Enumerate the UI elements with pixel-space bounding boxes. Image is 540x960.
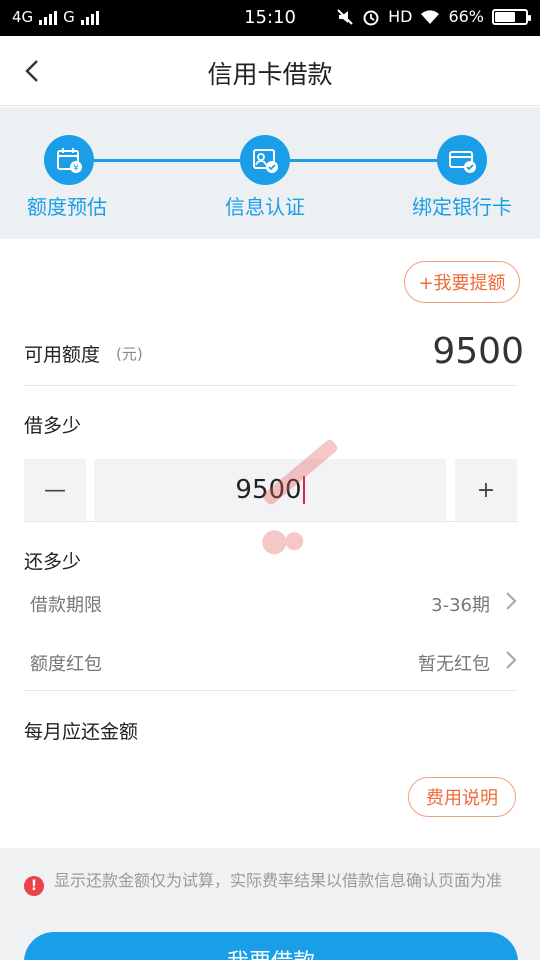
battery-icon xyxy=(492,8,531,25)
submit-loan-button[interactable]: 我要借款 xyxy=(24,932,518,960)
available-quota-value: 9500 xyxy=(432,331,524,372)
step-3-circle xyxy=(437,135,487,185)
mute-icon xyxy=(337,8,353,25)
red-packet-value: 暂无红包 xyxy=(418,654,490,675)
borrow-amount-label: 借多少 xyxy=(24,415,82,437)
loan-term-label: 借款期限 xyxy=(30,595,102,616)
available-quota-label: 可用额度 xyxy=(24,344,101,366)
loan-term-value: 3-36期 xyxy=(431,595,490,616)
available-quota-unit: (元) xyxy=(116,345,143,363)
alarm-icon xyxy=(363,10,379,25)
calendar-yen-icon: ¥ xyxy=(57,148,82,174)
app-header: 信用卡借款 xyxy=(0,36,540,106)
divider xyxy=(24,521,518,522)
plus-icon: + xyxy=(476,477,496,503)
decrease-amount-button[interactable]: — xyxy=(24,459,86,521)
monthly-repayment-label: 每月应还金额 xyxy=(24,721,139,743)
borrow-amount-input[interactable]: 9500 xyxy=(94,459,446,521)
progress-steps: ¥ 额度预估 信息认证 绑定银行卡 xyxy=(0,107,540,239)
battery-fill xyxy=(495,11,515,22)
step-1-label: 额度预估 xyxy=(27,195,107,219)
red-packet-label: 额度红包 xyxy=(30,654,102,675)
step-1-circle: ¥ xyxy=(44,135,94,185)
text-caret xyxy=(302,476,305,504)
increase-amount-button[interactable]: + xyxy=(455,459,517,521)
step-connector-1 xyxy=(94,159,242,162)
wifi-icon xyxy=(421,9,440,24)
repay-section-label: 还多少 xyxy=(24,551,82,573)
step-2-label: 信息认证 xyxy=(225,195,305,219)
step-2-circle xyxy=(240,135,290,185)
bank-card-check-icon xyxy=(449,151,476,173)
minus-icon: — xyxy=(44,477,66,503)
status-bar: 4G G 15:10 HD 66% xyxy=(0,0,540,36)
divider xyxy=(24,385,518,386)
fee-explanation-button[interactable]: 费用说明 xyxy=(408,777,516,817)
id-card-check-icon xyxy=(253,149,278,173)
increase-quota-button[interactable]: +我要提额 xyxy=(404,261,520,303)
battery-percent: 66% xyxy=(448,7,484,26)
notice-text: 显示还款金额仅为试算，实际费率结果以借款信息确认页面为准 xyxy=(54,871,503,890)
step-connector-2 xyxy=(290,159,438,162)
divider xyxy=(24,690,518,691)
chevron-right-icon xyxy=(506,592,517,610)
svg-text:¥: ¥ xyxy=(73,164,79,174)
status-right: HD 66% xyxy=(336,7,531,26)
step-3-label: 绑定银行卡 xyxy=(412,195,512,219)
alert-icon: ! xyxy=(24,876,44,896)
hd-label: HD xyxy=(388,7,413,26)
page-title: 信用卡借款 xyxy=(207,60,333,89)
borrow-amount-value: 9500 xyxy=(235,475,302,505)
chevron-right-icon xyxy=(506,651,517,669)
